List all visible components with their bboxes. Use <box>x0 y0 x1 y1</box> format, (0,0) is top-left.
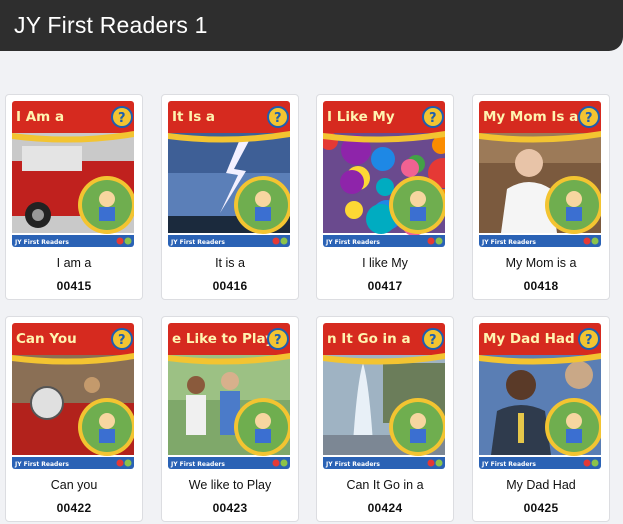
svg-text:?: ? <box>274 111 282 126</box>
book-code: 00423 <box>212 501 248 515</box>
book-grid: I Am a? JY First Readers I am a 00415 It Is … <box>0 0 623 524</box>
book-code: 00418 <box>523 279 559 293</box>
book-cover[interactable]: e Like to Play? JY First Readers <box>168 323 290 469</box>
series-label: JY First Readers <box>325 461 380 468</box>
svg-text:?: ? <box>274 333 282 348</box>
book-cover[interactable]: I Like My? JY First Readers <box>323 101 445 247</box>
book-code: 00416 <box>212 279 248 293</box>
book-title: It is a <box>215 256 245 270</box>
book-title: My Dad Had <box>506 478 576 492</box>
cover-title: It Is a <box>172 109 215 125</box>
book-card[interactable]: n It Go in a? JY First Readers Can It Go i… <box>316 316 454 522</box>
svg-text:?: ? <box>118 111 126 126</box>
book-title: Can It Go in a <box>346 478 424 492</box>
book-title: Can you <box>50 478 98 492</box>
series-label: JY First Readers <box>170 239 225 246</box>
book-code: 00422 <box>56 501 92 515</box>
book-cover[interactable]: I Am a? JY First Readers <box>12 101 134 247</box>
book-code: 00424 <box>367 501 403 515</box>
book-card[interactable]: It Is a? JY First Readers It is a 00416 <box>161 94 299 300</box>
book-title: We like to Play <box>188 478 272 492</box>
book-card[interactable]: Can You? JY First Readers Can you 00422 <box>5 316 143 522</box>
book-card[interactable]: e Like to Play? JY First Readers We like t… <box>161 316 299 522</box>
cover-title: My Dad Had <box>483 331 575 347</box>
cover-title: e Like to Play <box>172 331 274 347</box>
series-label: JY First Readers <box>481 461 536 468</box>
book-card[interactable]: My Dad Had? JY First Readers My Dad Had 004… <box>472 316 610 522</box>
series-label: JY First Readers <box>481 239 536 246</box>
cover-title: My Mom Is a <box>483 109 578 125</box>
book-code: 00415 <box>56 279 92 293</box>
svg-text:?: ? <box>118 333 126 348</box>
series-label: JY First Readers <box>325 239 380 246</box>
cover-title: n It Go in a <box>327 331 411 347</box>
book-card[interactable]: My Mom Is a? JY First Readers My Mom is a 0… <box>472 94 610 300</box>
book-cover[interactable]: n It Go in a? JY First Readers <box>323 323 445 469</box>
book-cover[interactable]: My Mom Is a? JY First Readers <box>479 101 601 247</box>
book-card[interactable]: I Am a? JY First Readers I am a 00415 <box>5 94 143 300</box>
series-label: JY First Readers <box>170 461 225 468</box>
series-label: JY First Readers <box>14 461 69 468</box>
book-cover[interactable]: Can You? JY First Readers <box>12 323 134 469</box>
svg-text:?: ? <box>585 111 593 126</box>
book-title: I like My <box>362 256 408 270</box>
book-title: My Mom is a <box>505 256 577 270</box>
book-cover[interactable]: It Is a? JY First Readers <box>168 101 290 247</box>
book-code: 00425 <box>523 501 559 515</box>
cover-title: I Like My <box>327 109 395 125</box>
cover-title: Can You <box>16 331 77 347</box>
book-code: 00417 <box>367 279 403 293</box>
book-cover[interactable]: My Dad Had? JY First Readers <box>479 323 601 469</box>
cover-title: I Am a <box>16 109 64 125</box>
series-label: JY First Readers <box>14 239 69 246</box>
svg-text:?: ? <box>429 333 437 348</box>
book-title: I am a <box>56 256 92 270</box>
book-card[interactable]: I Like My? JY First Readers I like My 00417 <box>316 94 454 300</box>
svg-text:?: ? <box>585 333 593 348</box>
svg-text:?: ? <box>429 111 437 126</box>
